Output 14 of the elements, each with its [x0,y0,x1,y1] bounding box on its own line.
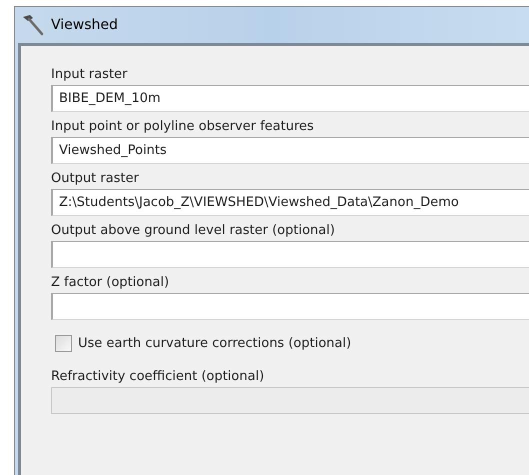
field-label: Refractivity coefficient (optional) [51,368,266,386]
field-label: Input raster [51,66,128,84]
field-label: Input point or polyline observer features [51,118,315,136]
field-label: Z factor (optional) [51,274,170,292]
input-field[interactable]: Z:\Students\Jacob_Z\VIEWSHED\Viewshed_Data\Zanon_Demo [51,189,529,216]
checkbox-label: Use earth curvature corrections (optional) [78,335,352,353]
field-label: Output raster [51,170,140,188]
window-title: Viewshed [51,16,118,34]
input-field[interactable] [51,241,529,268]
input-field[interactable]: Viewshed_Points [51,137,529,164]
checkbox[interactable] [55,335,72,352]
input-field[interactable]: BIBE_DEM_10m [51,85,529,112]
input-field[interactable] [51,293,529,320]
field-label: Output above ground level raster (optional) [51,222,336,240]
